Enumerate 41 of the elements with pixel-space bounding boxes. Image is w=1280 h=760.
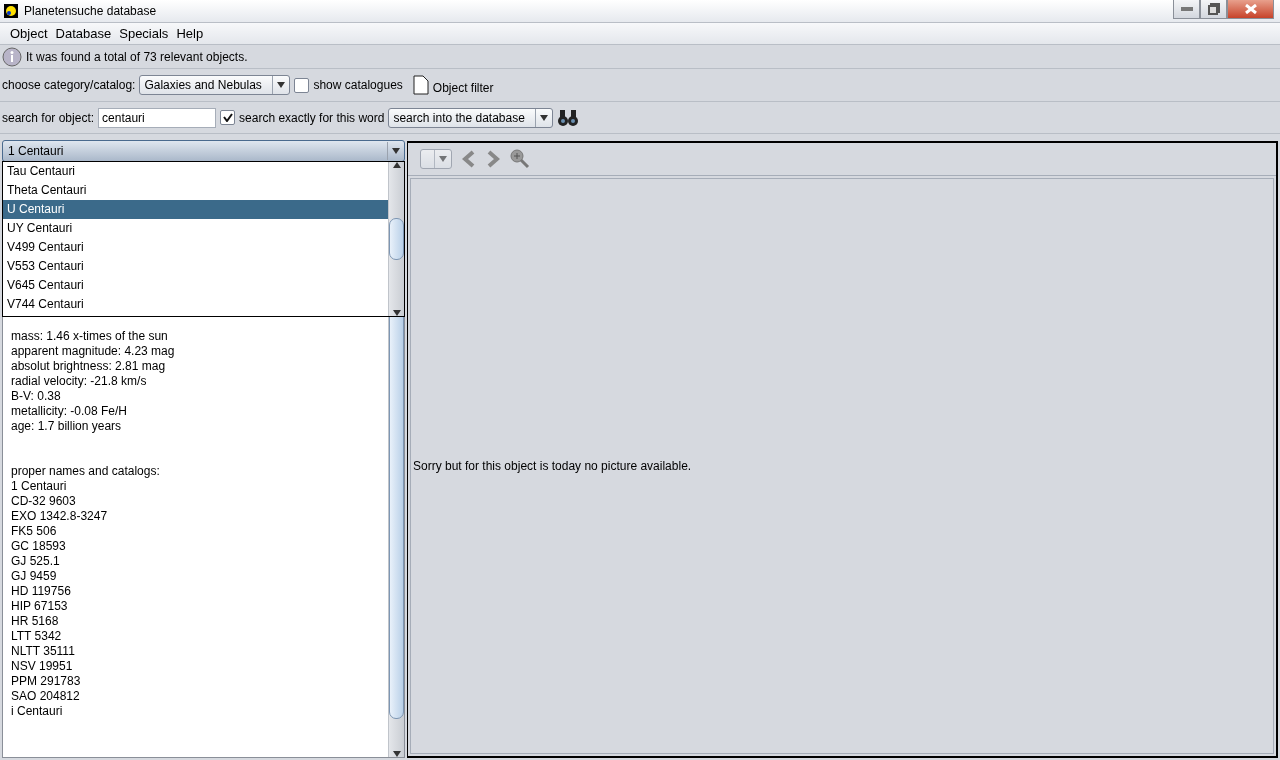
catalog-name: PPM 291783 bbox=[11, 674, 82, 689]
menu-item[interactable]: Database bbox=[51, 26, 116, 41]
catalog-name: 1 Centauri bbox=[11, 479, 68, 494]
names-heading: proper names and catalogs: bbox=[11, 464, 161, 479]
category-label: choose category/catalog: bbox=[2, 78, 136, 92]
window-title: Planetensuche database bbox=[24, 4, 157, 18]
show-catalogues-label: show catalogues bbox=[313, 78, 403, 92]
search-scope-dropdown[interactable]: search into the database bbox=[388, 107, 554, 128]
menu-item[interactable]: Object bbox=[6, 26, 52, 41]
catalog-name: NLTT 35111 bbox=[11, 644, 76, 659]
property-line: mass: 1.46 x-times of the sun bbox=[11, 329, 169, 344]
no-picture-message: Sorry but for this object is today no picture available. bbox=[412, 459, 692, 473]
catalog-name: SAO 204812 bbox=[11, 689, 81, 704]
exact-search-label: search exactly for this word bbox=[239, 110, 385, 125]
search-label: search for object: bbox=[2, 110, 95, 125]
property-line: radial velocity: -21.8 km/s bbox=[11, 374, 148, 389]
property-line: B-V: 0.38 bbox=[11, 389, 62, 404]
catalog-name: NSV 19951 bbox=[11, 659, 74, 674]
property-line: age: 1.7 billion years bbox=[11, 419, 123, 434]
catalog-name: HD 119756 bbox=[11, 584, 72, 599]
object-filter-link[interactable]: Object filter bbox=[432, 81, 494, 95]
menu-item[interactable]: Help bbox=[172, 26, 208, 41]
catalog-name: HIP 67153 bbox=[11, 599, 69, 614]
catalog-name: i Centauri bbox=[11, 704, 64, 719]
catalog-name: FK5 506 bbox=[11, 524, 58, 539]
catalog-name: EXO 1342.8-3247 bbox=[11, 509, 109, 524]
property-line: apparent magnitude: 4.23 mag bbox=[11, 344, 176, 359]
catalog-name: CD-32 9603 bbox=[11, 494, 77, 509]
menu-item[interactable]: Specials bbox=[115, 26, 173, 41]
status-message: It was found a total of 73 relevant objects. bbox=[26, 49, 248, 64]
catalog-name: GC 18593 bbox=[11, 539, 67, 554]
catalog-name: GJ 9459 bbox=[11, 569, 58, 584]
catalog-name: LTT 5342 bbox=[11, 629, 63, 644]
object-dropdown[interactable]: 1 Centauri bbox=[2, 140, 405, 162]
catalog-name: GJ 525.1 bbox=[11, 554, 61, 569]
dropdown-option[interactable]: U Centauri bbox=[3, 200, 388, 219]
category-dropdown[interactable]: Galaxies and Nebulas bbox=[139, 75, 291, 95]
search-field[interactable]: centauri bbox=[98, 107, 217, 128]
property-line: metallicity: -0.08 Fe/H bbox=[11, 404, 129, 419]
property-line: absolut brightness: 2.81 mag bbox=[11, 359, 167, 374]
catalog-name: HR 5168 bbox=[11, 614, 60, 629]
